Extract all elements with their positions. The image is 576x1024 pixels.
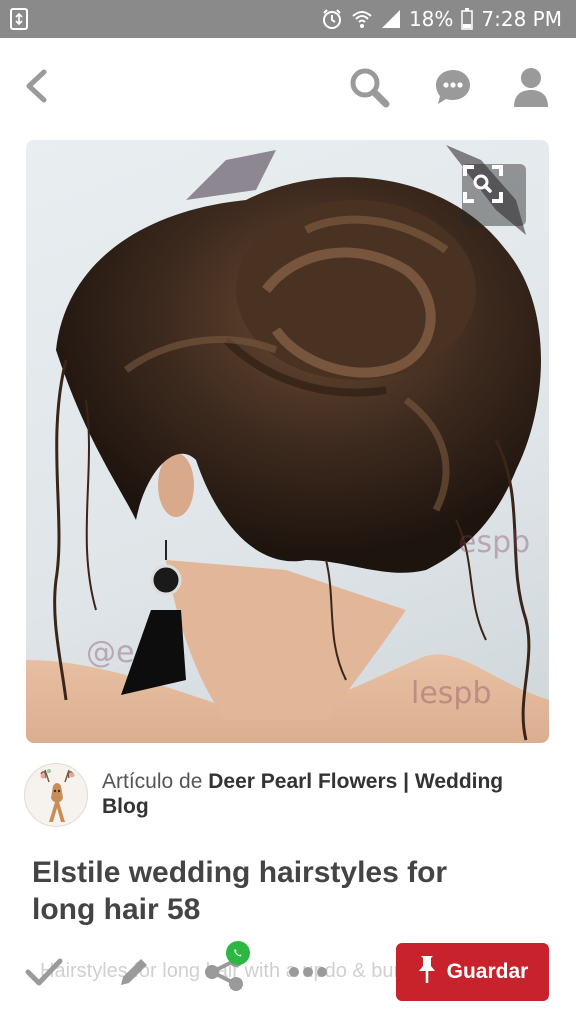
profile-icon: [512, 67, 550, 112]
action-bar: Hairstyles for long hair with a updo & b…: [0, 930, 576, 1024]
whatsapp-icon: [226, 941, 250, 965]
watermark-text: @e: [86, 635, 135, 670]
source-avatar[interactable]: [24, 763, 88, 827]
attribution-text: Artículo de Deer Pearl Flowers | Wedding…: [102, 769, 542, 819]
edit-button[interactable]: [112, 952, 156, 996]
check-icon: [25, 957, 63, 992]
signal-icon: [381, 9, 401, 29]
save-button[interactable]: Guardar: [396, 943, 549, 1001]
watermark-text: lespb: [411, 676, 492, 711]
visual-search-button[interactable]: [462, 164, 526, 226]
profile-button[interactable]: [508, 66, 554, 112]
watermark-text: espb: [458, 525, 531, 560]
back-button[interactable]: [16, 66, 56, 110]
pin-title: Elstile wedding hairstyles for long hair…: [32, 856, 448, 926]
top-navigation: [0, 38, 576, 138]
more-options-button[interactable]: [286, 952, 330, 996]
pin-image[interactable]: espb lespb @e: [26, 140, 549, 743]
search-icon: [348, 66, 390, 113]
status-bar: 18% 7:28 PM: [0, 0, 576, 38]
alarm-icon: [321, 8, 343, 30]
pencil-icon: [117, 955, 151, 994]
battery-percent: 18%: [408, 7, 454, 31]
save-button-label: Guardar: [446, 960, 529, 983]
clock: 7:28 PM: [481, 7, 562, 31]
recycle-icon: [10, 8, 28, 30]
deer-logo-icon: [40, 769, 75, 822]
tried-it-button[interactable]: [22, 952, 66, 996]
attribution-prefix: Artículo de: [102, 770, 203, 793]
chat-bubble-icon: [433, 67, 473, 112]
wifi-icon: [351, 8, 373, 30]
back-arrow-icon: [24, 69, 48, 108]
pin-icon: [417, 954, 437, 990]
search-button[interactable]: [346, 66, 392, 112]
more-icon: [288, 965, 328, 983]
status-indicators: 18% 7:28 PM: [321, 0, 562, 38]
battery-icon: [461, 8, 474, 30]
pin-attribution[interactable]: Artículo de Deer Pearl Flowers | Wedding…: [24, 763, 554, 833]
messages-button[interactable]: [430, 66, 476, 112]
